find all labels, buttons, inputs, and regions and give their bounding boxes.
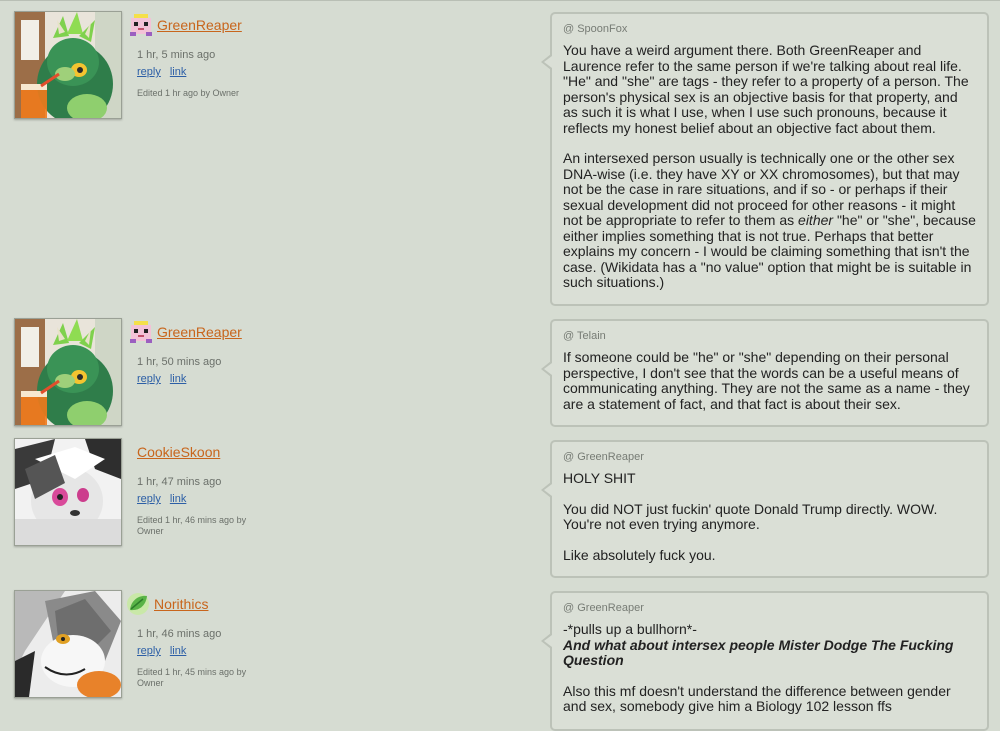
paragraph: If someone could be "he" or "she" depend… [563, 349, 970, 412]
comment-body-bubble: @ GreenReaper -*pulls up a bullhorn*- And… [541, 591, 989, 731]
paragraph: HOLY SHIT [563, 470, 636, 486]
pixel-creature-badge-icon [128, 12, 154, 38]
dragon-avatar-image [15, 12, 121, 118]
avatar-greenreaper[interactable] [14, 318, 122, 426]
reply-to-mention[interactable]: @ Telain [563, 330, 976, 342]
leaf-badge-icon [125, 591, 151, 617]
username-link[interactable]: CookieSkoon [137, 444, 220, 460]
skunk-avatar-image [15, 439, 121, 545]
pixel-creature-badge-icon [128, 319, 154, 345]
reply-link[interactable]: reply [137, 66, 161, 78]
wolf-avatar-image [15, 591, 121, 697]
avatar-greenreaper[interactable] [14, 11, 122, 119]
paragraph: An intersexed person usually is technica… [563, 150, 976, 291]
reply-to-mention[interactable]: @ GreenReaper [563, 451, 976, 463]
comment-meta: Norithics 1 hr, 46 mins ago reply link Ed… [125, 590, 268, 689]
paragraph: -*pulls up a bullhorn*- And what about in… [563, 621, 976, 669]
permalink[interactable]: link [170, 493, 187, 505]
comment-body-bubble: @ SpoonFox You have a weird argument the… [541, 12, 989, 306]
username-link[interactable]: GreenReaper [157, 324, 242, 340]
avatar-norithics[interactable] [14, 590, 122, 698]
dragon-avatar-image [15, 319, 121, 425]
comment-body-bubble: @ Telain If someone could be "he" or "sh… [541, 319, 989, 427]
reply-link[interactable]: reply [137, 493, 161, 505]
comment-meta: GreenReaper 1 hr, 5 mins ago reply link E… [128, 11, 268, 99]
reply-link[interactable]: reply [137, 645, 161, 657]
timestamp: 1 hr, 5 mins ago [137, 49, 216, 61]
timestamp: 1 hr, 46 mins ago [137, 628, 222, 640]
avatar-cookieskoon[interactable] [14, 438, 122, 546]
paragraph: Also this mf doesn't understand the diff… [563, 682, 951, 714]
paragraph: You have a weird argument there. Both Gr… [563, 42, 969, 136]
permalink[interactable]: link [170, 373, 187, 385]
edited-note: Edited 1 hr ago by Owner [137, 88, 240, 98]
paragraph: Like absolutely fuck you. [563, 546, 716, 563]
username-link[interactable]: Norithics [154, 596, 208, 612]
comment-text: -*pulls up a bullhorn*- And what about in… [563, 621, 976, 715]
comment-body-bubble: @ GreenReaper HOLY SHIT You did NOT just… [541, 440, 989, 578]
timestamp: 1 hr, 50 mins ago [137, 356, 222, 368]
emphasis-text: either [798, 212, 834, 228]
edited-note: Edited 1 hr, 46 mins ago by Owner [137, 515, 247, 536]
permalink[interactable]: link [170, 645, 187, 657]
comment-meta: GreenReaper 1 hr, 50 mins ago reply link [128, 318, 268, 385]
reply-to-mention[interactable]: @ SpoonFox [563, 23, 976, 35]
text-line: -*pulls up a bullhorn*- [563, 621, 697, 637]
reply-to-mention[interactable]: @ GreenReaper [563, 602, 976, 614]
comment-meta: CookieSkoon 1 hr, 47 mins ago reply link … [128, 438, 268, 537]
bold-italic-text: And what about intersex people Mister Do… [563, 636, 954, 668]
comment-text: You have a weird argument there. Both Gr… [563, 42, 976, 291]
permalink[interactable]: link [170, 66, 187, 78]
paragraph: You did NOT just fuckin' quote Donald Tr… [563, 500, 938, 532]
timestamp: 1 hr, 47 mins ago [137, 476, 222, 488]
comment-text: HOLY SHIT You did NOT just fuckin' quote… [563, 470, 976, 563]
comment-thread-page: { "comments": [ { "username": "GreenReap… [0, 0, 1000, 731]
edited-note: Edited 1 hr, 45 mins ago by Owner [137, 667, 247, 688]
reply-link[interactable]: reply [137, 373, 161, 385]
username-link[interactable]: GreenReaper [157, 17, 242, 33]
comment-text: If someone could be "he" or "she" depend… [563, 349, 976, 412]
